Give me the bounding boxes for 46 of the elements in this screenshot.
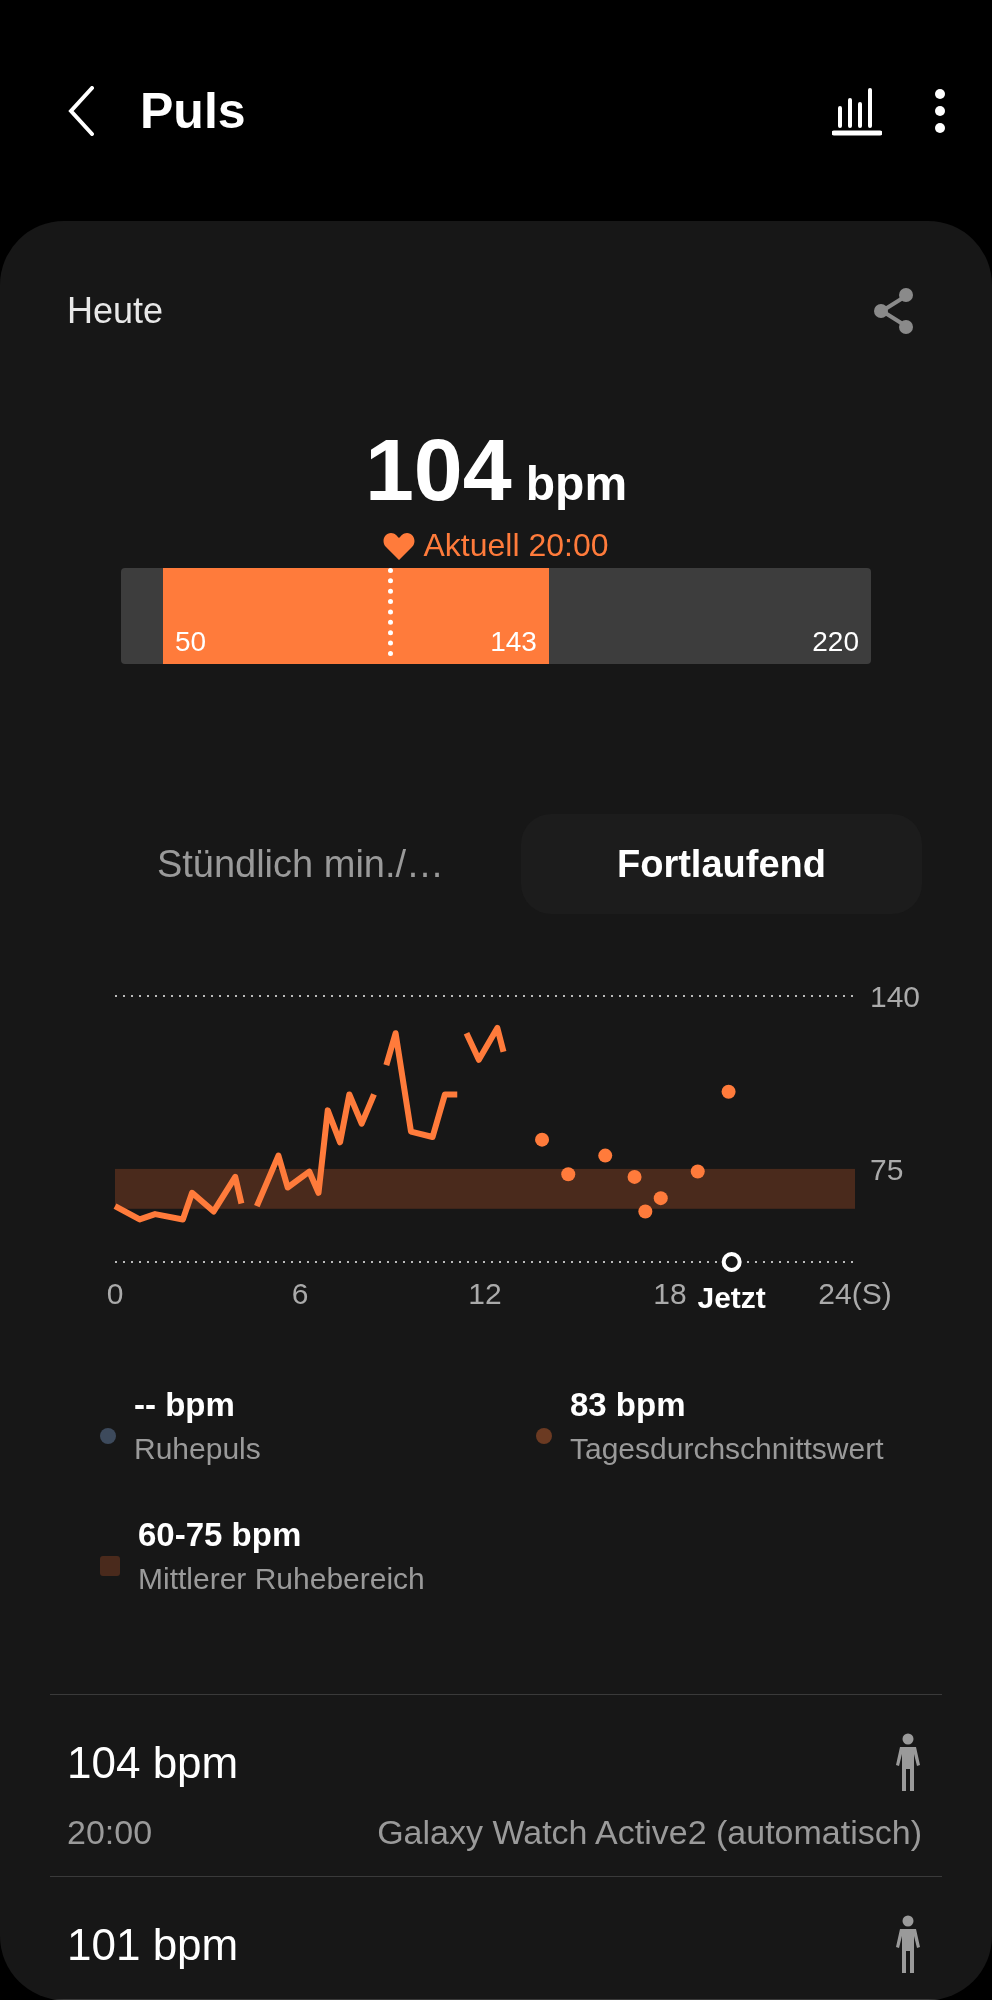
data-point	[721, 1084, 736, 1099]
unit-label: bpm	[525, 456, 628, 511]
current-time-label: Aktuell 20:00	[423, 527, 609, 564]
share-icon	[872, 287, 916, 335]
legend-label: Ruhepuls	[134, 1432, 261, 1466]
heart-icon	[383, 531, 416, 560]
range-min-label: 50	[175, 626, 207, 658]
reading-source: Galaxy Watch Active2 (automatisch)	[377, 1813, 922, 1852]
period-label: Heute	[67, 290, 164, 332]
data-point	[638, 1204, 653, 1219]
kebab-menu-icon	[934, 88, 946, 134]
back-chevron-icon	[68, 86, 94, 136]
reading-value: 101 bpm	[67, 1920, 239, 1970]
current-heart-rate: 104	[364, 419, 512, 521]
x-tick-label: 12	[468, 1277, 502, 1310]
data-point	[653, 1191, 668, 1206]
standing-person-icon	[894, 1733, 922, 1793]
data-point	[690, 1164, 705, 1179]
y-tick-label: 140	[870, 980, 921, 1013]
bar-chart-icon	[832, 86, 882, 136]
reading-row[interactable]: 104 bpm 20:00 Galaxy Watch Active2 (automatisch)	[50, 1695, 942, 1877]
view-tab[interactable]: Stündlich min./…	[100, 814, 501, 914]
x-tick-label: 18	[653, 1277, 687, 1310]
data-point	[535, 1132, 550, 1147]
range-max-label: 143	[490, 626, 537, 658]
reading-time: 20:00	[67, 1813, 153, 1852]
legend-value: 60-75 bpm	[138, 1516, 303, 1554]
data-point	[627, 1169, 642, 1184]
x-tick-label: 24(S)	[818, 1277, 892, 1310]
legend-label: Tagesdurchschnittswert	[570, 1432, 884, 1466]
reading-value: 104 bpm	[67, 1738, 239, 1788]
x-tick-label: 6	[291, 1277, 309, 1310]
reading-row[interactable]: 101 bpm	[50, 1877, 942, 2000]
range-end-label: 220	[812, 626, 859, 658]
standing-person-icon	[894, 1915, 922, 1975]
legend-value: -- bpm	[134, 1386, 236, 1424]
page-title: Puls	[140, 82, 247, 140]
view-tab[interactable]: Fortlaufend	[521, 814, 922, 914]
y-tick-label: 75	[870, 1152, 904, 1186]
now-marker	[721, 1252, 742, 1272]
x-tick-label: 0	[106, 1277, 124, 1310]
data-point	[561, 1167, 576, 1182]
data-point	[598, 1148, 613, 1163]
legend-value: 83 bpm	[570, 1386, 687, 1424]
x-tick-label: Jetzt	[697, 1281, 766, 1314]
legend-label: Mittlerer Ruhebereich	[138, 1562, 425, 1596]
